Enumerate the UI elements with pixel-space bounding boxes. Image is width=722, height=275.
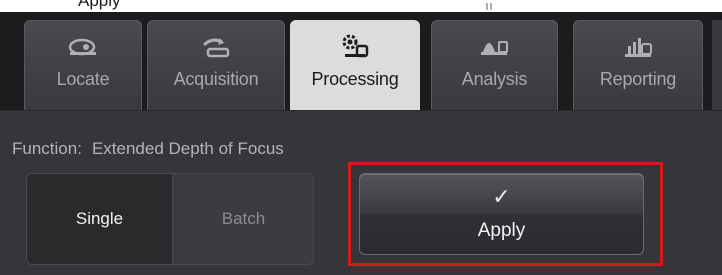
- tab-analysis[interactable]: Analysis: [431, 20, 558, 110]
- tab-label: Acquisition: [173, 69, 259, 89]
- acquisition-icon: [148, 31, 284, 61]
- top-partial-text: Apply: [78, 0, 121, 10]
- function-label: Function:: [12, 139, 82, 158]
- checkmark-icon: ✓: [492, 184, 511, 209]
- tab-label: Analysis: [461, 69, 528, 89]
- reporting-icon: [574, 31, 702, 61]
- tab-processing[interactable]: Processing: [290, 20, 420, 112]
- processing-icon: [291, 31, 419, 61]
- mode-segmented-control: Single Batch: [26, 173, 314, 265]
- zen-app-panel: Locate Acquisition Processing Analysis R…: [0, 12, 722, 275]
- tab-label: Reporting: [599, 69, 677, 89]
- tab-label: Locate: [56, 69, 110, 89]
- resize-grip-icon[interactable]: [486, 3, 492, 10]
- top-strip: Apply: [0, 0, 722, 12]
- function-row: Function: Extended Depth of Focus: [12, 139, 284, 159]
- mode-batch-button[interactable]: Batch: [172, 174, 313, 264]
- tab-acquisition[interactable]: Acquisition: [147, 20, 285, 110]
- tab-label: Processing: [311, 69, 399, 89]
- function-value: Extended Depth of Focus: [91, 139, 284, 158]
- apply-button[interactable]: ✓ Apply: [359, 173, 644, 255]
- tab-locate[interactable]: Locate: [24, 20, 142, 110]
- mode-single-button[interactable]: Single: [27, 174, 173, 264]
- tab-overflow-edge: [712, 20, 722, 110]
- analysis-icon: [432, 31, 557, 61]
- apply-button-label: Apply: [477, 220, 526, 241]
- locate-icon: [25, 31, 141, 61]
- tab-bar: Locate Acquisition Processing Analysis R…: [0, 12, 722, 112]
- tab-reporting[interactable]: Reporting: [573, 20, 703, 110]
